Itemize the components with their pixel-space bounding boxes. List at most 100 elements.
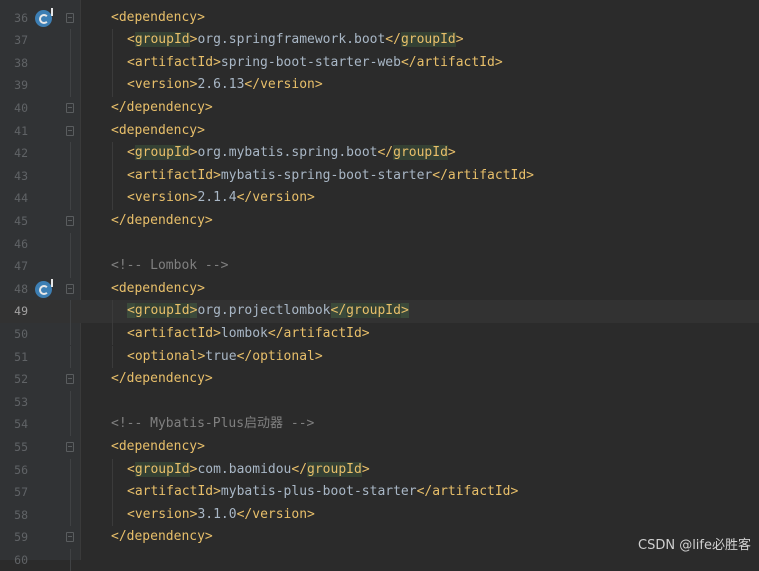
code-line[interactable]: 42 <groupId>org.mybatis.spring.boot</grou… — [0, 142, 759, 165]
code-line[interactable]: 37 <groupId>org.springframework.boot</gro… — [0, 29, 759, 52]
xml-open-tag: <dependency> — [111, 122, 205, 138]
code-line[interactable]: 54 <!-- Mybatis-Plus启动器 --> — [0, 413, 759, 436]
fold-guide — [70, 142, 71, 165]
code-line[interactable]: 41 <dependency> — [0, 120, 759, 143]
indent-guide — [112, 300, 113, 323]
code-line[interactable]: 45 </dependency> — [0, 210, 759, 233]
fold-collapse-icon[interactable] — [66, 532, 74, 543]
fold-guide — [70, 74, 71, 97]
code-line[interactable]: 36 <dependency> — [0, 7, 759, 30]
code-text: </dependency> — [111, 210, 213, 233]
code-line[interactable]: 46 — [0, 232, 759, 256]
xml-close-tag: </artifactId> — [400, 54, 503, 70]
line-number: 44 — [14, 191, 28, 206]
xml-open-tag: <version> — [127, 77, 198, 93]
indent-guide — [112, 74, 113, 97]
line-number: 47 — [14, 259, 28, 274]
line-number: 54 — [14, 417, 28, 432]
line-number: 39 — [14, 78, 28, 93]
code-text: <artifactId>mybatis-spring-boot-starter<… — [127, 165, 534, 188]
code-line[interactable]: 53 — [0, 390, 759, 414]
fold-expand-icon[interactable] — [66, 283, 74, 294]
line-number: 53 — [14, 394, 28, 409]
xml-close-tag: </groupId> — [385, 32, 464, 48]
code-line[interactable]: 47 <!-- Lombok --> — [0, 255, 759, 278]
code-line[interactable]: 50 <artifactId>lombok</artifactId> — [0, 322, 759, 346]
xml-open-tag: <groupId> — [127, 32, 198, 48]
xml-comment: <!-- Lombok --> — [111, 258, 229, 274]
code-line[interactable]: 38 <artifactId>spring-boot-starter-web</a… — [0, 51, 759, 75]
tag-name-highlight: groupId — [134, 303, 190, 319]
code-text: <!-- Lombok --> — [111, 255, 228, 278]
element-value: lombok — [220, 325, 268, 341]
code-editor[interactable]: 36 <dependency> 37 <groupId>org.springframe… — [0, 0, 759, 571]
xml-close-tag: </optional> — [236, 348, 323, 364]
indent-guide — [112, 187, 113, 210]
fold-expand-icon[interactable] — [66, 441, 74, 452]
indent-guide — [112, 322, 113, 346]
line-number: 51 — [14, 349, 28, 364]
tag-name-highlight: groupId — [307, 461, 362, 477]
line-number: 41 — [14, 123, 28, 138]
line-number: 45 — [14, 213, 28, 228]
tag-name-highlight: groupId — [134, 145, 190, 161]
xml-close-tag: </artifactId> — [432, 167, 534, 183]
line-number: 55 — [14, 439, 28, 454]
code-line[interactable]: 44 <version>2.1.4</version> — [0, 187, 759, 210]
fold-guide — [70, 300, 71, 323]
indent-guide — [112, 29, 113, 52]
xml-close-tag: </groupId> — [291, 461, 370, 477]
xml-close-tag: </artifactId> — [267, 325, 370, 341]
line-number: 58 — [14, 507, 28, 522]
code-line[interactable]: 58 <version>3.1.0</version> — [0, 503, 759, 527]
fold-collapse-icon[interactable] — [66, 215, 74, 226]
code-line[interactable]: 51 <optional>true</optional> — [0, 345, 759, 369]
fold-guide — [70, 503, 71, 527]
xml-close-tag: </dependency> — [111, 371, 213, 387]
code-line[interactable]: 52 </dependency> — [0, 368, 759, 391]
element-value: spring-boot-starter-web — [220, 54, 401, 70]
fold-guide — [70, 345, 71, 369]
element-value: true — [205, 348, 237, 364]
element-value: 2.6.13 — [197, 77, 245, 93]
code-line[interactable]: 39 <version>2.6.13</version> — [0, 74, 759, 97]
tag-name-highlight: groupId — [400, 32, 456, 48]
indent-guide — [112, 51, 113, 75]
fold-guide — [70, 390, 71, 414]
line-number: 59 — [14, 530, 28, 545]
code-line[interactable]: 56 <groupId>com.baomidou</groupId> — [0, 458, 759, 482]
watermark: CSDN @life必胜客 — [638, 538, 751, 553]
code-text: <groupId>org.projectlombok</groupId> — [127, 300, 409, 323]
fold-guide — [70, 481, 71, 504]
element-value: 2.1.4 — [197, 190, 237, 206]
code-line[interactable]: 40 </dependency> — [0, 97, 759, 120]
code-line[interactable]: 55 <dependency> — [0, 436, 759, 459]
code-line[interactable]: 57 <artifactId>mybatis-plus-boot-starter<… — [0, 481, 759, 504]
fold-expand-icon[interactable] — [66, 125, 74, 136]
code-line[interactable]: 49 <groupId>org.projectlombok</groupId> — [0, 300, 759, 323]
fold-guide — [70, 458, 71, 482]
fold-collapse-icon[interactable] — [66, 102, 74, 113]
fold-expand-icon[interactable] — [66, 12, 74, 23]
indent-guide — [112, 503, 113, 527]
code-text: <dependency> — [111, 120, 205, 143]
code-text: <optional>true</optional> — [127, 346, 323, 369]
line-number: 52 — [14, 372, 28, 387]
line-number: 43 — [14, 168, 28, 183]
xml-close-tag: </version> — [236, 506, 315, 522]
code-line[interactable]: 43 <artifactId>mybatis-spring-boot-starte… — [0, 164, 759, 188]
line-number: 36 — [14, 10, 28, 25]
xml-close-tag: </version> — [244, 77, 323, 93]
spring-bean-gutter-icon[interactable] — [35, 7, 53, 27]
indent-guide — [112, 142, 113, 165]
code-line[interactable]: 48 <dependency> — [0, 278, 759, 301]
indent-guide — [112, 481, 113, 504]
fold-collapse-icon[interactable] — [66, 374, 74, 385]
xml-close-tag: </artifactId> — [416, 484, 519, 500]
code-text: <version>2.1.4</version> — [127, 187, 315, 210]
xml-close-tag: </groupId> — [330, 303, 409, 319]
indent-guide — [112, 458, 113, 482]
spring-bean-gutter-icon[interactable] — [35, 278, 53, 298]
line-number: 48 — [14, 281, 28, 296]
code-text: <dependency> — [111, 436, 205, 459]
